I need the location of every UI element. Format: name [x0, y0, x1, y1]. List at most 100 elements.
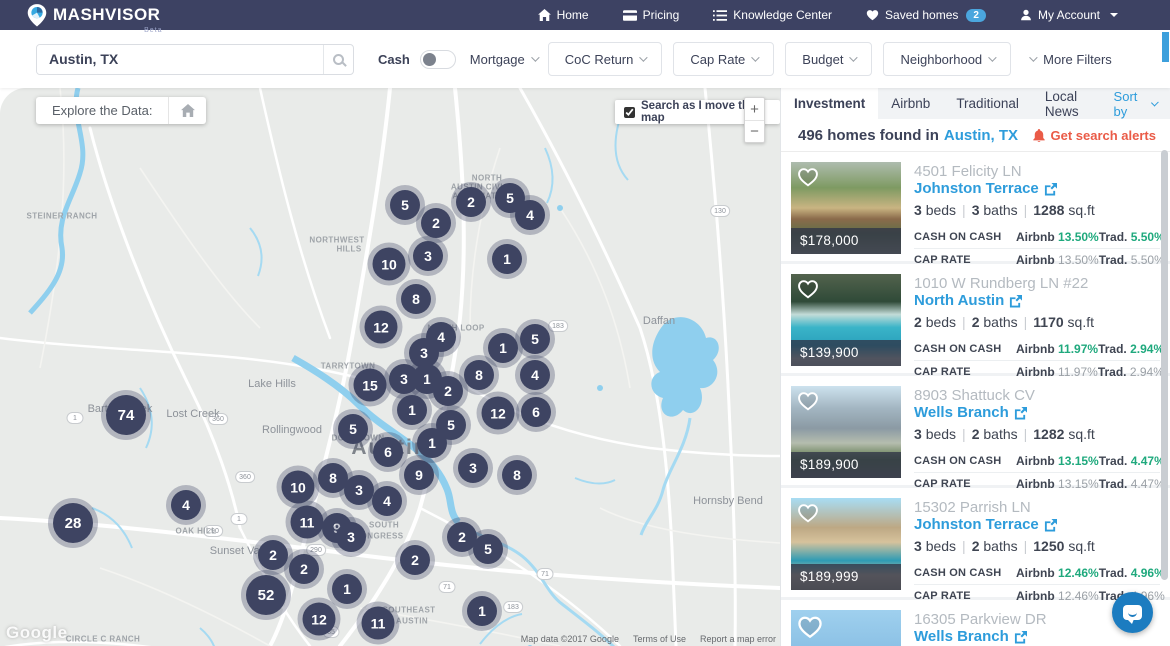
map-cluster[interactable]: 9: [404, 460, 434, 490]
map-cluster[interactable]: 12: [482, 397, 515, 430]
chat-widget-button[interactable]: [1112, 592, 1153, 633]
favorite-heart-icon[interactable]: [797, 503, 819, 523]
nav-saved-homes[interactable]: Saved homes 2: [866, 8, 986, 22]
favorite-heart-icon[interactable]: [797, 615, 823, 639]
property-photo[interactable]: $139,900: [791, 274, 901, 366]
cash-mortgage-toggle[interactable]: [420, 50, 456, 69]
coc-return-filter[interactable]: CoC Return: [548, 42, 663, 76]
map-cluster[interactable]: 3: [413, 241, 443, 271]
search-button[interactable]: [323, 45, 353, 74]
map-cluster[interactable]: 6: [521, 397, 551, 427]
results-city-link[interactable]: Austin, TX: [944, 127, 1018, 144]
cap-rate-filter[interactable]: Cap Rate: [673, 42, 774, 76]
beds-count: 3: [914, 538, 922, 554]
map-cluster[interactable]: 3: [458, 453, 488, 483]
sort-by-dropdown[interactable]: Sort by: [1114, 89, 1170, 119]
listing-neighborhood-link[interactable]: North Austin: [914, 292, 1160, 310]
favorite-heart-icon[interactable]: [797, 167, 819, 187]
map-cluster[interactable]: 2: [400, 545, 430, 575]
listing-neighborhood-link[interactable]: Johnston Terrace: [914, 516, 1160, 534]
search-as-move-checkbox[interactable]: [624, 107, 635, 118]
listing-card[interactable]: $178,000 4501 Felicity LN Johnston Terra…: [781, 152, 1170, 264]
map-cluster[interactable]: 1: [467, 596, 497, 626]
get-search-alerts-button[interactable]: Get search alerts: [1033, 128, 1156, 143]
property-photo[interactable]: $189,999: [791, 498, 901, 590]
map-cluster[interactable]: 4: [515, 200, 545, 230]
listings-scrollbar-thumb[interactable]: [1161, 150, 1168, 580]
listing-card[interactable]: $189,900 8903 Shattuck CV Wells Branch 3…: [781, 376, 1170, 488]
map-cluster[interactable]: 1: [492, 244, 522, 274]
map-cluster[interactable]: 1: [488, 333, 518, 363]
map-cluster[interactable]: 4: [372, 486, 402, 516]
map-cluster[interactable]: 1: [332, 574, 362, 604]
map-cluster[interactable]: 2: [456, 187, 486, 217]
map-cluster[interactable]: 1: [417, 428, 447, 458]
map-cluster[interactable]: 3: [336, 522, 366, 552]
page-scrollbar-thumb[interactable]: [1162, 32, 1169, 62]
property-photo[interactable]: $178,000: [791, 162, 901, 254]
map-cluster[interactable]: 52: [246, 575, 286, 615]
mortgage-dropdown[interactable]: Mortgage: [470, 52, 537, 67]
map-cluster[interactable]: 2: [433, 376, 463, 406]
zoom-out-button[interactable]: −: [745, 120, 764, 142]
map-cluster[interactable]: 2: [258, 540, 288, 570]
property-photo[interactable]: $189,900: [791, 386, 901, 478]
tab-local-news[interactable]: Local News: [1032, 88, 1114, 119]
terms-of-use-link[interactable]: Terms of Use: [633, 634, 686, 644]
account-icon: [1020, 9, 1032, 21]
tab-investment[interactable]: Investment: [781, 88, 878, 119]
map-canvas[interactable]: 35130130183183717129012903603601AustinBl…: [0, 88, 780, 646]
zoom-in-button[interactable]: +: [745, 98, 764, 120]
map-cluster[interactable]: 10: [282, 471, 315, 504]
map-cluster[interactable]: 1: [397, 395, 427, 425]
map-cluster[interactable]: 12: [303, 603, 336, 636]
favorite-heart-icon[interactable]: [797, 279, 819, 299]
favorite-heart-icon[interactable]: [797, 391, 819, 411]
explore-home-button[interactable]: [168, 97, 206, 124]
listing-neighborhood-link[interactable]: Wells Branch: [914, 404, 1160, 422]
map-cluster[interactable]: 15: [354, 369, 387, 402]
trad-label: Trad.: [1099, 566, 1128, 580]
listing-card[interactable]: $189,999 15302 Parrish LN Johnston Terra…: [781, 488, 1170, 600]
budget-filter[interactable]: Budget: [785, 42, 872, 76]
listing-card[interactable]: $139,900 1010 W Rundberg LN #22 North Au…: [781, 264, 1170, 376]
neighborhood-filter[interactable]: Neighborhood: [883, 42, 1011, 76]
mashvisor-logo[interactable]: MASHVISOR Beta: [27, 2, 160, 28]
tab-airbnb[interactable]: Airbnb: [878, 88, 943, 119]
report-map-error-link[interactable]: Report a map error: [700, 634, 776, 644]
beds-count: 3: [914, 426, 922, 442]
map-cluster[interactable]: 10: [373, 248, 406, 281]
map-cluster[interactable]: 2: [289, 554, 319, 584]
map-cluster[interactable]: 12: [365, 311, 398, 344]
neighborhood-name: Johnston Terrace: [914, 180, 1039, 198]
map-cluster[interactable]: 5: [338, 414, 368, 444]
external-link-icon: [1044, 183, 1057, 196]
map-cluster[interactable]: 5: [520, 324, 550, 354]
map-cluster[interactable]: 6: [373, 437, 403, 467]
property-photo[interactable]: [791, 610, 901, 646]
nav-pricing[interactable]: Pricing: [623, 8, 680, 22]
map-cluster[interactable]: 3: [344, 475, 374, 505]
map-cluster[interactable]: 11: [291, 506, 324, 539]
map-cluster[interactable]: 8: [502, 460, 532, 490]
nav-knowledge-center[interactable]: Knowledge Center: [713, 8, 832, 22]
map-cluster[interactable]: 4: [520, 360, 550, 390]
map-cluster[interactable]: 28: [53, 503, 93, 543]
listing-specs: 2 beds|2 baths|1170 sq.ft: [914, 314, 1160, 330]
map-cluster[interactable]: 5: [473, 534, 503, 564]
tab-traditional[interactable]: Traditional: [943, 88, 1032, 119]
nav-home[interactable]: Home: [538, 8, 589, 22]
nav-my-account[interactable]: My Account: [1020, 8, 1118, 22]
map-cluster[interactable]: 2: [421, 208, 451, 238]
map-cluster[interactable]: 74: [106, 395, 146, 435]
map-cluster[interactable]: 11: [362, 607, 395, 640]
listing-neighborhood-link[interactable]: Johnston Terrace: [914, 180, 1160, 198]
map-cluster[interactable]: 8: [401, 284, 431, 314]
chevron-down-icon: [640, 53, 648, 61]
map-cluster[interactable]: 8: [464, 360, 494, 390]
more-filters-button[interactable]: More Filters: [1029, 52, 1112, 67]
map-cluster[interactable]: 5: [390, 190, 420, 220]
separator: |: [962, 426, 966, 442]
map-cluster[interactable]: 4: [171, 490, 201, 520]
search-input[interactable]: [37, 45, 323, 74]
